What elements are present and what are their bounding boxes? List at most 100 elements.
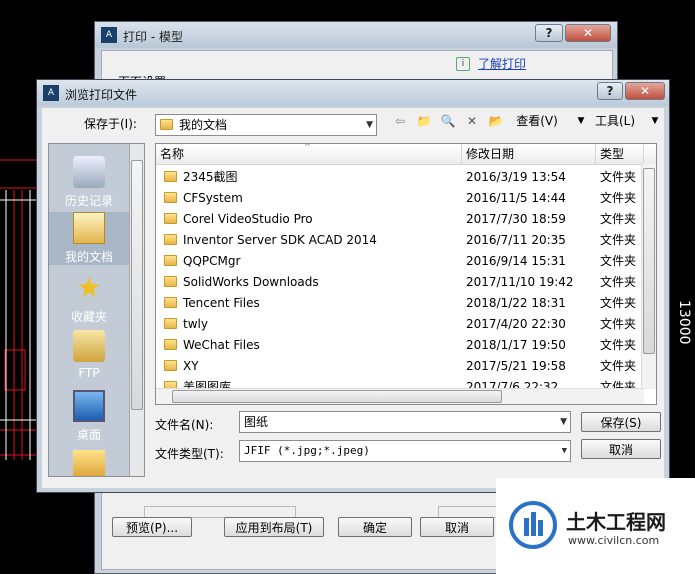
file-name: QQPCMgr [183,254,241,268]
preview-button[interactable]: 预览(P)... [112,517,192,537]
up-folder-icon[interactable]: 📁 [414,112,434,130]
place-label: 桌面 [76,428,101,442]
list-item[interactable]: Tencent Files 2018/1/22 18:31 文件夹 [156,293,644,314]
folder-icon [160,119,173,130]
tools-menu-chevron-icon[interactable]: ▼ [648,112,662,130]
browse-close-button[interactable]: ✕ [625,82,665,100]
file-name-cell: QQPCMgr [164,251,460,272]
filetype-select[interactable]: JFIF (*.jpg;*.jpeg) ▼ [239,440,571,462]
autocad-app-icon: A [101,27,117,43]
file-name-cell: Tencent Files [164,293,460,314]
delete-icon[interactable]: ✕ [462,112,482,130]
print-close-button[interactable]: ✕ [565,24,611,42]
place-buzzsaw[interactable] [49,450,129,476]
learn-print-link[interactable]: 了解打印 [478,55,526,72]
info-icon: i [456,57,470,71]
place-history[interactable]: 历史记录 [49,156,129,209]
vscroll-thumb[interactable] [643,168,655,354]
file-name-cell: Corel VideoStudio Pro [164,209,460,230]
file-date: 2016/9/14 15:31 [466,254,566,268]
civilcn-watermark: 土木工程网 www.civilcn.com [496,478,695,574]
my-documents-icon [73,212,105,244]
apply-to-layout-button[interactable]: 应用到布局(T) [224,517,324,537]
file-date: 2016/3/19 13:54 [466,170,566,184]
folder-icon [164,171,177,182]
folder-icon [73,450,105,476]
file-name-cell: SolidWorks Downloads [164,272,460,293]
browse-cancel-button[interactable]: 取消 [581,439,661,459]
browse-dialog-title: 浏览打印文件 [65,88,138,102]
file-type: 文件夹 [600,359,637,373]
list-item[interactable]: twly 2017/4/20 22:30 文件夹 [156,314,644,335]
search-icon[interactable]: 🔍 [438,112,458,130]
filetype-label: 文件类型(T): [155,447,224,461]
save-button[interactable]: 保存(S) [581,412,661,432]
filename-label: 文件名(N): [155,418,214,432]
places-scroll-thumb[interactable] [131,160,143,410]
browse-help-button[interactable]: ? [597,82,623,100]
file-list-vscrollbar[interactable] [641,164,656,389]
file-type: 文件夹 [600,296,637,310]
file-name-cell: WeChat Files [164,335,460,356]
list-item[interactable]: CFSystem 2016/11/5 14:44 文件夹 [156,188,644,209]
file-type: 文件夹 [600,191,637,205]
places-scrollbar[interactable] [129,144,144,476]
folder-icon [164,276,177,287]
watermark-brand: 土木工程网 [566,510,666,534]
back-arrow-icon[interactable]: ⇦ [390,112,410,130]
ftp-icon [73,330,105,362]
folder-icon [164,360,177,371]
file-name: SolidWorks Downloads [183,275,319,289]
file-type: 文件夹 [600,338,637,352]
file-name: Inventor Server SDK ACAD 2014 [183,233,377,247]
tools-menu[interactable]: 工具(L) [592,112,638,130]
print-ok-button[interactable]: 确定 [338,517,412,537]
folder-icon [164,255,177,266]
place-favorites[interactable]: ★ 收藏夹 [49,272,129,325]
place-ftp[interactable]: FTP [49,330,129,380]
print-cancel-button[interactable]: 取消 [420,517,494,537]
history-icon [73,156,105,188]
filename-input[interactable]: 图纸 ▼ [239,411,571,433]
file-list-hscrollbar[interactable] [156,388,644,404]
folder-icon [164,339,177,350]
list-item[interactable]: QQPCMgr 2016/9/14 15:31 文件夹 [156,251,644,272]
file-name-cell: CFSystem [164,188,460,209]
hscroll-thumb[interactable] [172,390,502,403]
file-type: 文件夹 [600,170,637,184]
file-name: CFSystem [183,191,243,205]
column-modified-date[interactable]: 修改日期 [462,144,596,164]
list-item[interactable]: Corel VideoStudio Pro 2017/7/30 18:59 文件夹 [156,209,644,230]
folder-icon [164,318,177,329]
place-desktop[interactable]: 桌面 [49,390,129,443]
list-item[interactable]: XY 2017/5/21 19:58 文件夹 [156,356,644,377]
file-type: 文件夹 [600,212,637,226]
file-date: 2016/7/11 20:35 [466,233,566,247]
view-menu[interactable]: 查看(V) [514,112,560,130]
list-item[interactable]: WeChat Files 2018/1/17 19:50 文件夹 [156,335,644,356]
print-help-button[interactable]: ? [535,24,563,42]
filetype-value: JFIF (*.jpg;*.jpeg) [244,444,370,457]
column-type[interactable]: 类型 [596,144,644,164]
list-item[interactable]: 2345截图 2016/3/19 13:54 文件夹 [156,167,644,188]
file-name: Tencent Files [183,296,260,310]
chevron-down-icon: ▼ [561,446,567,456]
save-in-combo[interactable]: 我的文档 ▼ [155,114,377,136]
places-bar: 历史记录 我的文档 ★ 收藏夹 FTP 桌面 [48,143,145,477]
list-item[interactable]: Inventor Server SDK ACAD 2014 2016/7/11 2… [156,230,644,251]
file-name-cell: Inventor Server SDK ACAD 2014 [164,230,460,251]
file-date: 2017/5/21 19:58 [466,359,566,373]
file-name: Corel VideoStudio Pro [183,212,313,226]
print-dialog-title: 打印 - 模型 [123,30,183,44]
view-menu-chevron-icon[interactable]: ▼ [574,112,588,130]
place-my-documents[interactable]: 我的文档 [49,212,129,265]
favorites-star-icon: ★ [76,271,102,304]
file-name: twly [183,317,208,331]
file-name: 2345截图 [183,170,238,184]
filename-value: 图纸 [244,415,269,429]
file-list: 名称 修改日期 类型 ^ 2345截图 2016/3/19 13:54 文件夹 CFS… [155,143,657,405]
list-item[interactable]: SolidWorks Downloads 2017/11/10 19:42 文件夹 [156,272,644,293]
autocad-app-icon: A [43,85,59,101]
file-date: 2018/1/22 18:31 [466,296,566,310]
new-folder-icon[interactable]: 📂 [486,112,506,130]
